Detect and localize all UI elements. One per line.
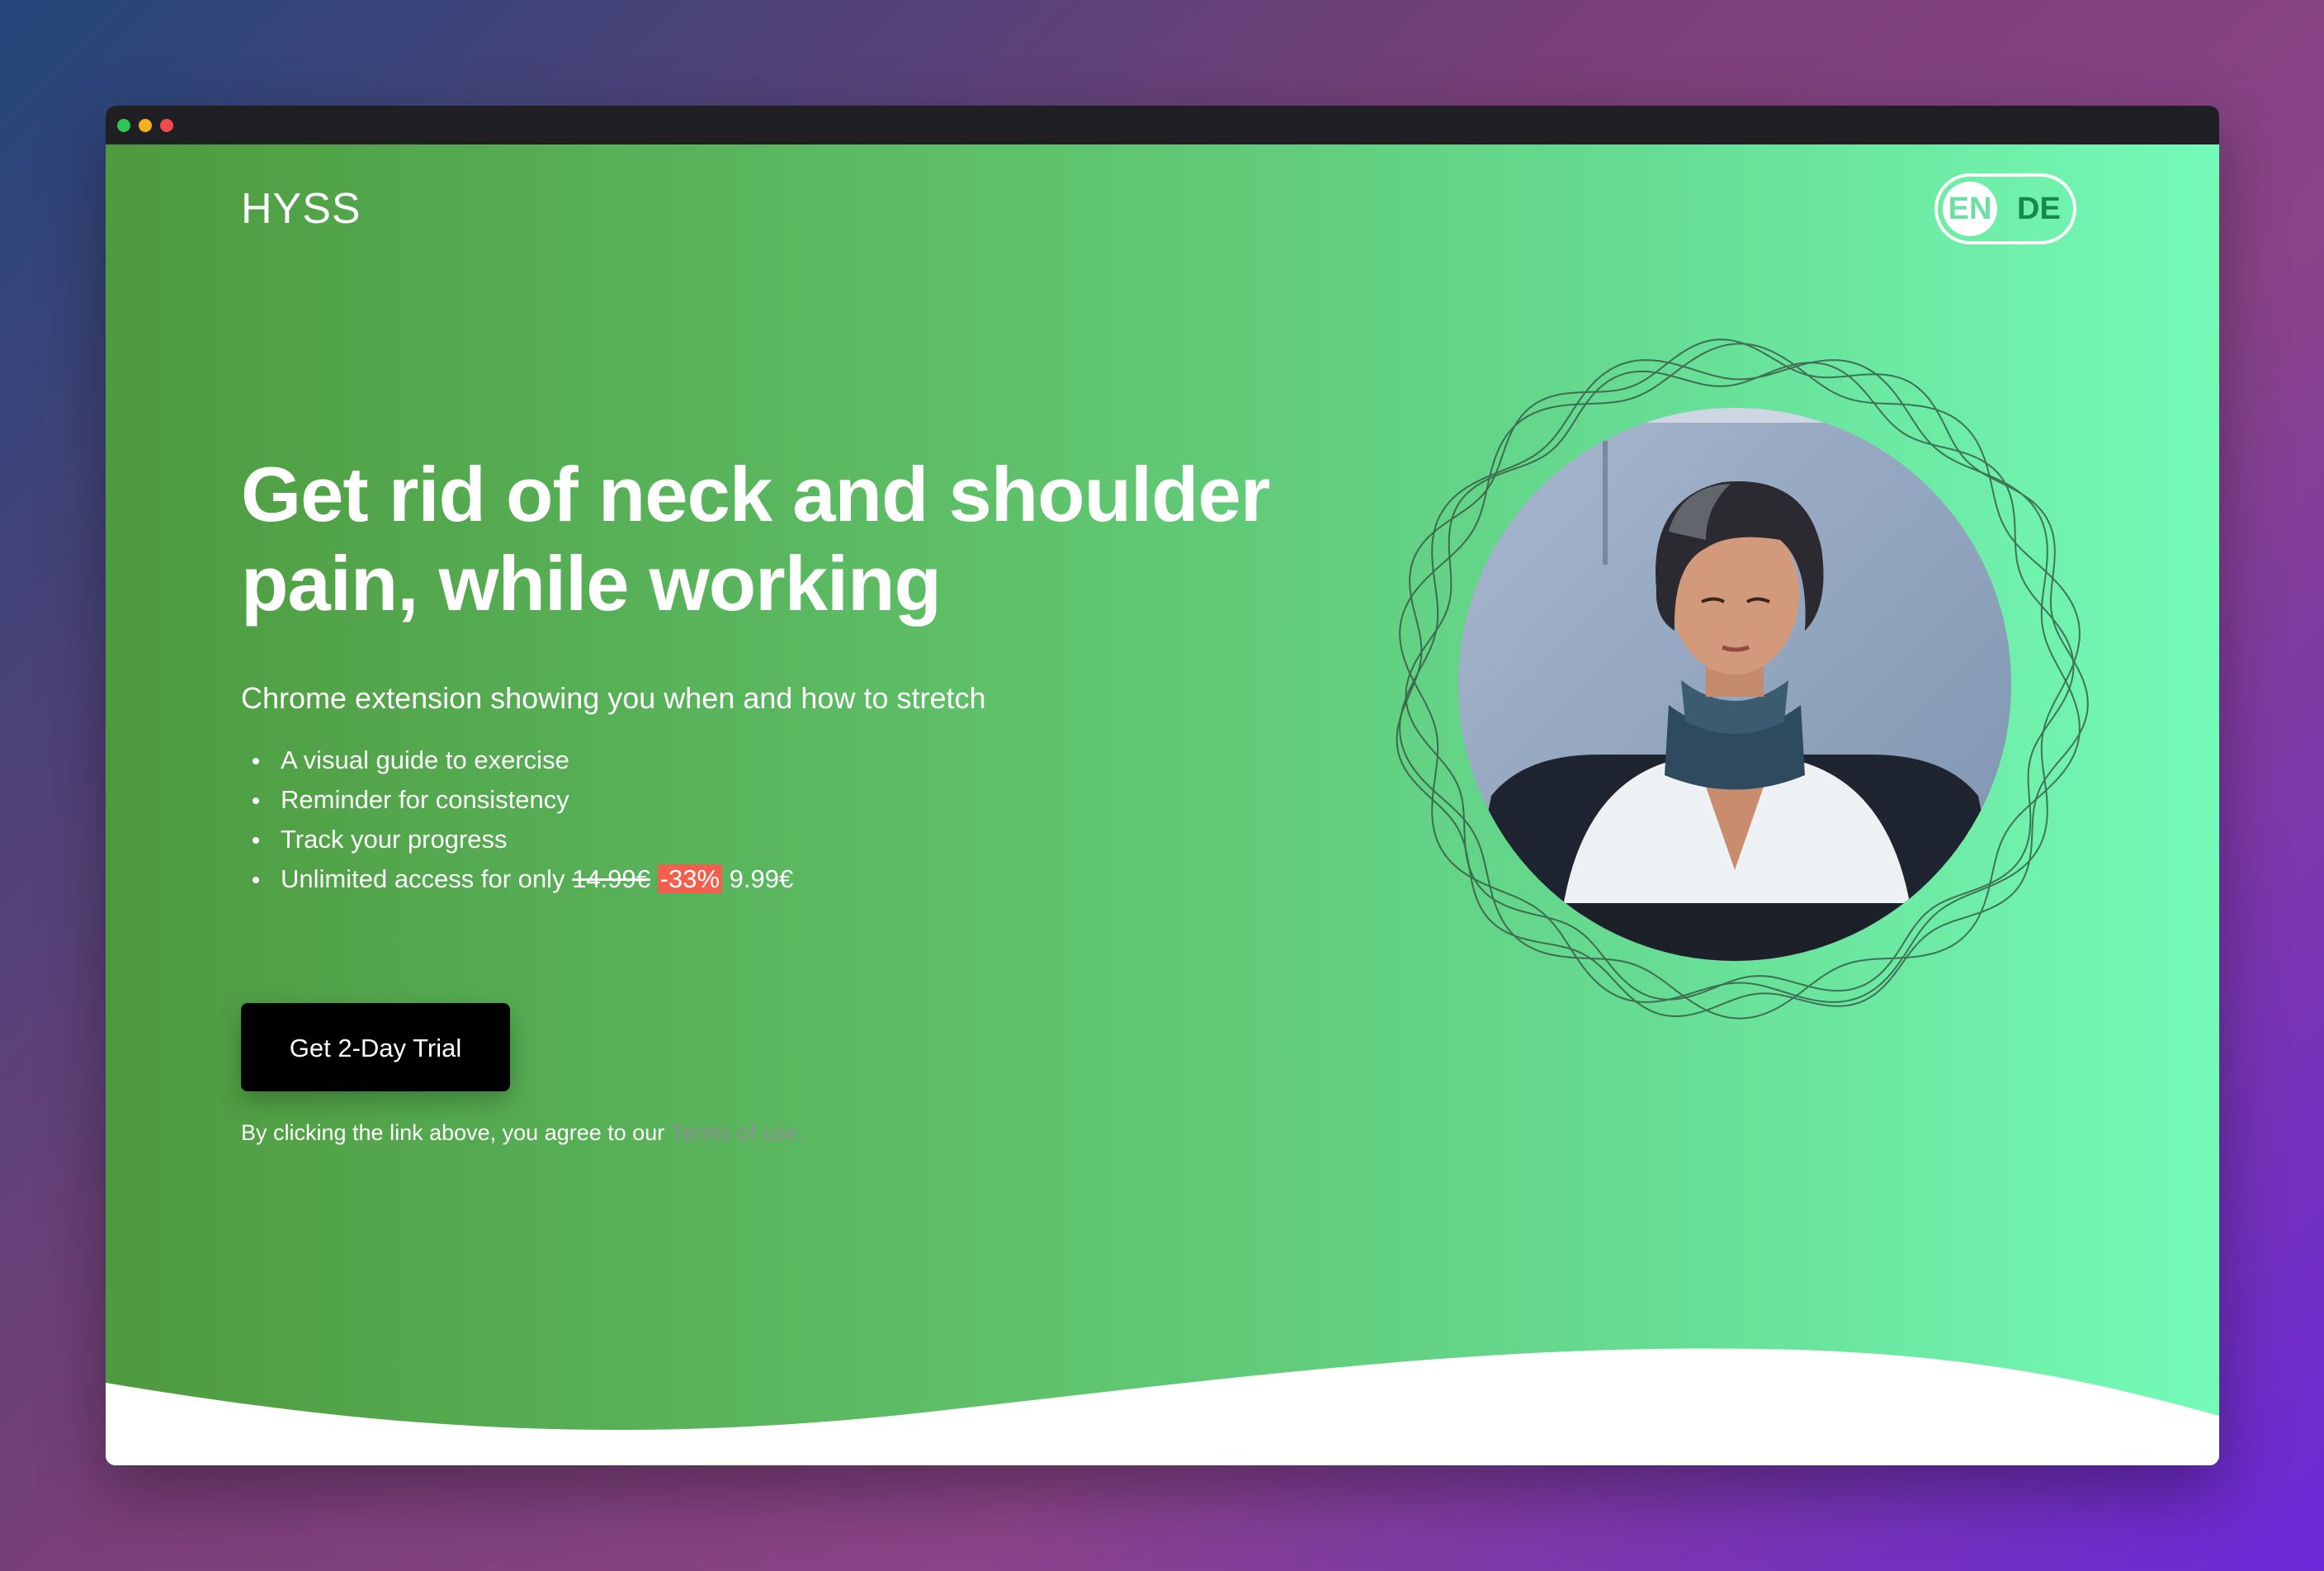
get-trial-button[interactable]: Get 2-Day Trial bbox=[241, 1003, 510, 1091]
language-option-en[interactable]: EN bbox=[1943, 182, 1997, 236]
pricing-prefix: Unlimited access for only bbox=[281, 864, 565, 893]
pricing-item: Unlimited access for only 14.99€ -33% 9.… bbox=[241, 859, 793, 899]
hero-illustration bbox=[1377, 326, 2103, 1053]
hero-subtitle: Chrome extension showing you when and ho… bbox=[241, 681, 986, 715]
bottom-wave bbox=[106, 1348, 2219, 1465]
feature-list: A visual guide to exercise Reminder for … bbox=[241, 741, 793, 899]
old-price: 14.99€ bbox=[572, 864, 651, 893]
terms-of-use-link[interactable]: Terms of use. bbox=[670, 1120, 804, 1145]
window-close-dot-icon[interactable] bbox=[117, 119, 130, 132]
language-option-de[interactable]: DE bbox=[2017, 182, 2061, 236]
window-minimize-dot-icon[interactable] bbox=[139, 119, 152, 132]
legal-text: By clicking the link above, you agree to… bbox=[241, 1120, 665, 1145]
feature-item: Track your progress bbox=[241, 820, 793, 859]
hero-headline: Get rid of neck and shoulder pain, while… bbox=[241, 451, 1270, 627]
portrait-image bbox=[1458, 408, 2011, 961]
new-price: 9.99€ bbox=[729, 864, 794, 893]
feature-item: Reminder for consistency bbox=[241, 780, 793, 820]
discount-badge: -33% bbox=[657, 864, 723, 893]
hero-section: HYSS EN DE Get rid of neck and shoulder … bbox=[106, 144, 2219, 1465]
browser-window: HYSS EN DE Get rid of neck and shoulder … bbox=[106, 106, 2219, 1465]
window-titlebar bbox=[106, 106, 2219, 144]
site-logo[interactable]: HYSS bbox=[241, 184, 361, 234]
feature-item: A visual guide to exercise bbox=[241, 741, 793, 780]
window-maximize-dot-icon[interactable] bbox=[160, 119, 173, 132]
woman-portrait-icon bbox=[1458, 408, 2011, 961]
legal-notice: By clicking the link above, you agree to… bbox=[241, 1119, 804, 1147]
language-toggle[interactable]: EN DE bbox=[1934, 173, 2076, 244]
